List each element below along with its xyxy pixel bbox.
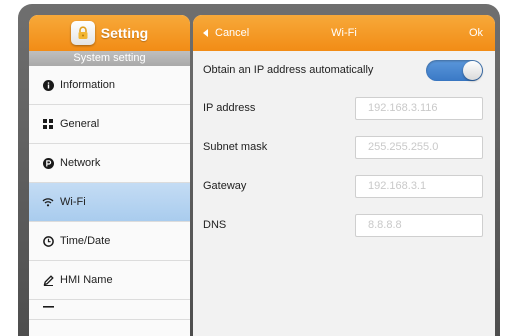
ip-address-row: IP address <box>193 96 495 120</box>
sidebar-item-network[interactable]: Network <box>29 144 190 183</box>
sidebar-item-label: Information <box>60 79 116 91</box>
sidebar-item-label: Time/Date <box>60 235 111 247</box>
sidebar-item-time-date[interactable]: Time/Date <box>29 222 190 261</box>
network-icon <box>41 156 55 170</box>
back-arrow-icon <box>203 29 208 37</box>
subnet-mask-row: Subnet mask <box>193 135 495 159</box>
sidebar-item-label: General <box>60 118 100 130</box>
wifi-settings-panel: Cancel Wi-Fi Ok Obtain an IP address aut… <box>193 15 495 336</box>
sidebar-item-general[interactable]: General <box>29 105 190 144</box>
lock-icon <box>70 21 95 45</box>
auto-ip-row: Obtain an IP address automatically <box>193 59 495 81</box>
ip-address-label: IP address <box>203 102 256 114</box>
dns-input[interactable] <box>355 213 483 237</box>
cancel-label: Cancel <box>215 27 250 39</box>
ok-button[interactable]: Ok <box>469 15 483 51</box>
pen-icon <box>41 273 55 287</box>
toggle-knob <box>463 60 482 80</box>
sidebar-item-label: Wi-Fi <box>60 196 86 208</box>
auto-ip-label: Obtain an IP address automatically <box>203 64 374 76</box>
panel-header: Cancel Wi-Fi Ok <box>193 15 495 51</box>
sidebar-item-information[interactable]: Information <box>29 66 190 105</box>
grid-icon <box>41 117 55 131</box>
sidebar-header: Setting <box>29 15 190 51</box>
sidebar-item-wifi[interactable]: Wi-Fi <box>29 183 190 222</box>
gateway-label: Gateway <box>203 180 247 192</box>
gateway-row: Gateway <box>193 174 495 198</box>
settings-menu: Information General Network Wi-Fi Time/D… <box>29 66 190 320</box>
clock-icon <box>41 234 55 248</box>
sidebar-item-label: Network <box>60 157 101 169</box>
wifi-icon <box>41 195 55 209</box>
menu-icon <box>41 303 55 317</box>
ip-address-input[interactable] <box>355 96 483 120</box>
dns-row: DNS <box>193 213 495 237</box>
gateway-input[interactable] <box>355 174 483 198</box>
settings-sidebar: Setting System setting Information Gener… <box>29 15 190 336</box>
sidebar-item-hmi-name[interactable]: HMI Name <box>29 261 190 300</box>
sidebar-item-partial[interactable] <box>29 300 190 320</box>
app-title: Setting <box>100 25 149 41</box>
dns-label: DNS <box>203 219 227 231</box>
auto-ip-toggle[interactable] <box>426 59 483 81</box>
cancel-button[interactable]: Cancel <box>203 15 249 51</box>
subnet-mask-input[interactable] <box>355 135 483 159</box>
section-label: System setting <box>29 51 190 66</box>
info-icon <box>41 78 55 92</box>
subnet-mask-label: Subnet mask <box>203 141 268 153</box>
sidebar-item-label: HMI Name <box>60 274 113 286</box>
